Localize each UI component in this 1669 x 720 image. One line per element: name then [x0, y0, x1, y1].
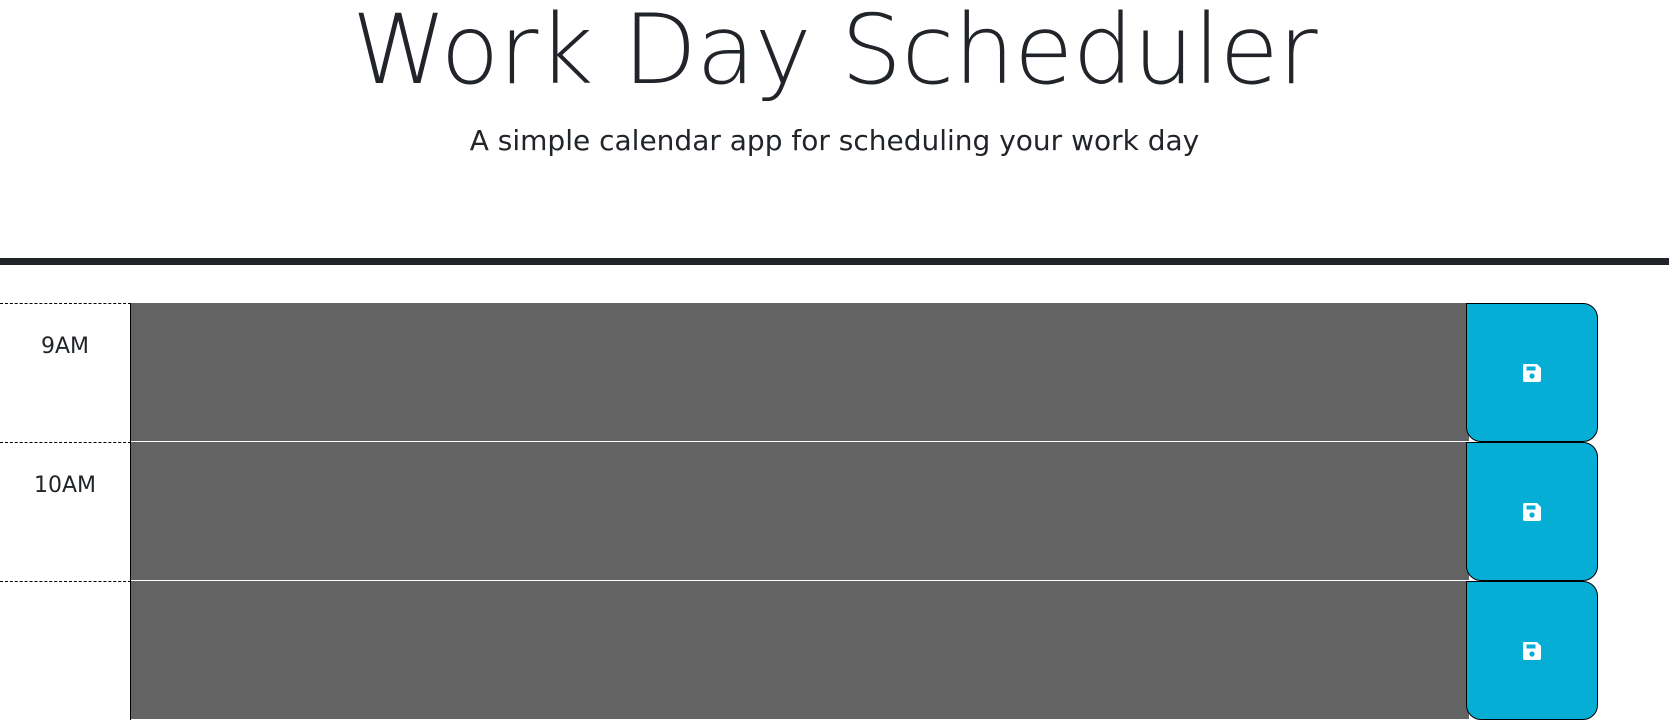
event-description-input[interactable]	[131, 581, 1469, 720]
hour-label: 10AM	[0, 442, 131, 581]
save-icon	[1520, 639, 1544, 663]
hour-label: 9AM	[0, 303, 131, 442]
time-block-row: 9AM	[0, 303, 1598, 442]
page-header: Work Day Scheduler A simple calendar app…	[0, 0, 1669, 265]
time-block-row	[0, 581, 1598, 720]
save-button[interactable]	[1466, 303, 1598, 442]
page-subtitle: A simple calendar app for scheduling you…	[469, 124, 1200, 157]
save-button[interactable]	[1466, 442, 1598, 581]
page-title: Work Day Scheduler	[351, 0, 1318, 106]
time-block-row: 10AM	[0, 442, 1598, 581]
event-description-input[interactable]	[131, 442, 1469, 581]
time-block-list: 9AM 10AM	[0, 303, 1598, 720]
save-icon	[1520, 500, 1544, 524]
save-button[interactable]	[1466, 581, 1598, 720]
event-description-input[interactable]	[131, 303, 1469, 442]
save-icon	[1520, 361, 1544, 385]
hour-label	[0, 581, 131, 720]
